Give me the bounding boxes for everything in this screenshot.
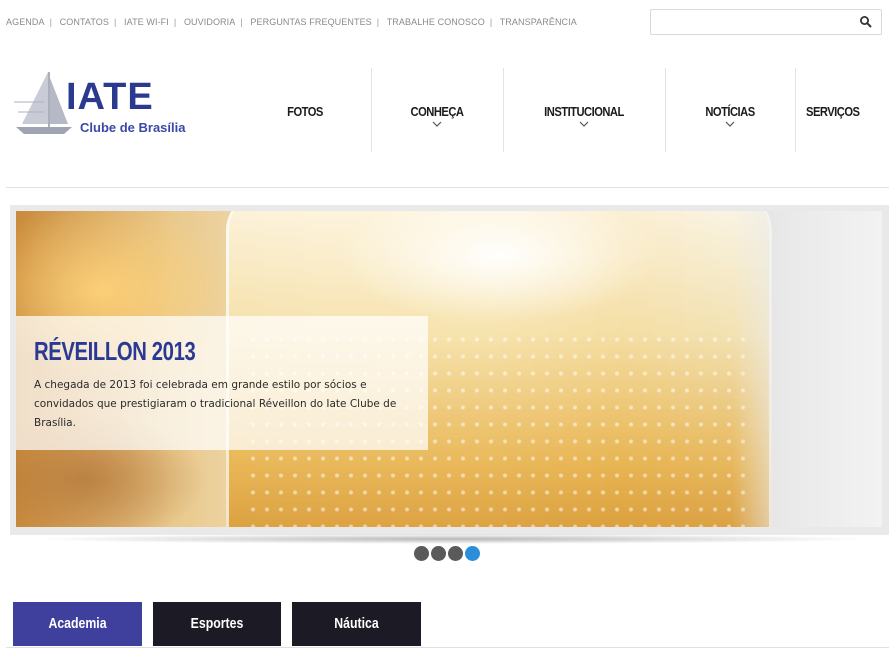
separator: | <box>113 17 117 27</box>
top-link-agenda[interactable]: AGENDA <box>6 17 45 27</box>
slider-dot-1[interactable] <box>414 546 429 561</box>
chevron-down-icon <box>725 121 735 127</box>
nav-item-servicos[interactable]: SERVIÇOS <box>806 68 889 152</box>
separator: | <box>49 17 53 27</box>
top-link-iate-wifi[interactable]: IATE WI-FI <box>124 17 169 27</box>
header-divider <box>6 187 889 188</box>
nav-item-institucional[interactable]: INSTITUCIONAL <box>504 68 664 152</box>
top-utility-bar: AGENDA | CONTATOS | IATE WI-FI | OUVIDORIA |… <box>0 0 889 44</box>
nav-item-conheca[interactable]: CONHEÇA <box>372 68 502 152</box>
logo-title: IATE <box>66 76 154 118</box>
main-nav: FOTOS CONHEÇA INSTITUCIONAL NOTÍCIAS SER… <box>240 68 889 152</box>
top-link-perguntas-frequentes[interactable]: PERGUNTAS FREQUENTES <box>250 17 371 27</box>
top-link-contatos[interactable]: CONTATOS <box>60 17 109 27</box>
nav-label: FOTOS <box>287 104 323 119</box>
top-link-trabalhe-conosco[interactable]: TRABALHE CONOSCO <box>387 17 485 27</box>
top-link-ouvidoria[interactable]: OUVIDORIA <box>184 17 235 27</box>
site-logo[interactable]: IATE Clube de Brasília <box>14 72 204 138</box>
top-links: AGENDA | CONTATOS | IATE WI-FI | OUVIDORIA |… <box>6 17 577 27</box>
tab-label: Academia <box>48 615 107 632</box>
slider-dot-2[interactable] <box>431 546 446 561</box>
separator: | <box>489 17 493 27</box>
tab-esportes[interactable]: Esportes <box>153 602 281 646</box>
slide-text: A chegada de 2013 foi celebrada em grand… <box>34 379 397 429</box>
search-input[interactable] <box>657 14 851 32</box>
tabs-divider <box>6 647 889 648</box>
nav-divider <box>795 68 796 152</box>
search-box <box>650 9 882 35</box>
logo-subtitle: Clube de Brasília <box>80 120 186 135</box>
nav-label: SERVIÇOS <box>806 104 860 119</box>
separator: | <box>240 17 243 27</box>
ship-logo-icon <box>14 72 72 134</box>
search-icon[interactable] <box>859 15 873 29</box>
tab-label: Esportes <box>190 615 244 632</box>
tab-academia[interactable]: Academia <box>13 602 142 646</box>
top-link-transparencia[interactable]: TRANSPARÊNCIA <box>500 17 577 27</box>
slide-background-blur <box>732 211 882 527</box>
tab-nautica[interactable]: Náutica <box>292 602 421 646</box>
slide-title: RÉVEILLON 2013 <box>34 336 196 366</box>
chevron-down-icon <box>579 121 589 127</box>
nav-label: CONHEÇA <box>410 104 464 119</box>
separator: | <box>376 17 380 27</box>
nav-label: NOTÍCIAS <box>705 104 755 119</box>
slider-dot-3[interactable] <box>448 546 463 561</box>
slider-dot-4[interactable] <box>465 546 480 561</box>
chevron-down-icon <box>432 121 442 127</box>
nav-item-fotos[interactable]: FOTOS <box>240 68 370 152</box>
nav-item-noticias[interactable]: NOTÍCIAS <box>666 68 794 152</box>
slide-caption[interactable]: RÉVEILLON 2013 A chegada de 2013 foi cel… <box>16 316 428 450</box>
nav-label: INSTITUCIONAL <box>544 104 624 119</box>
tab-label: Náutica <box>334 615 379 632</box>
slider-shadow <box>28 534 876 544</box>
separator: | <box>173 17 177 27</box>
